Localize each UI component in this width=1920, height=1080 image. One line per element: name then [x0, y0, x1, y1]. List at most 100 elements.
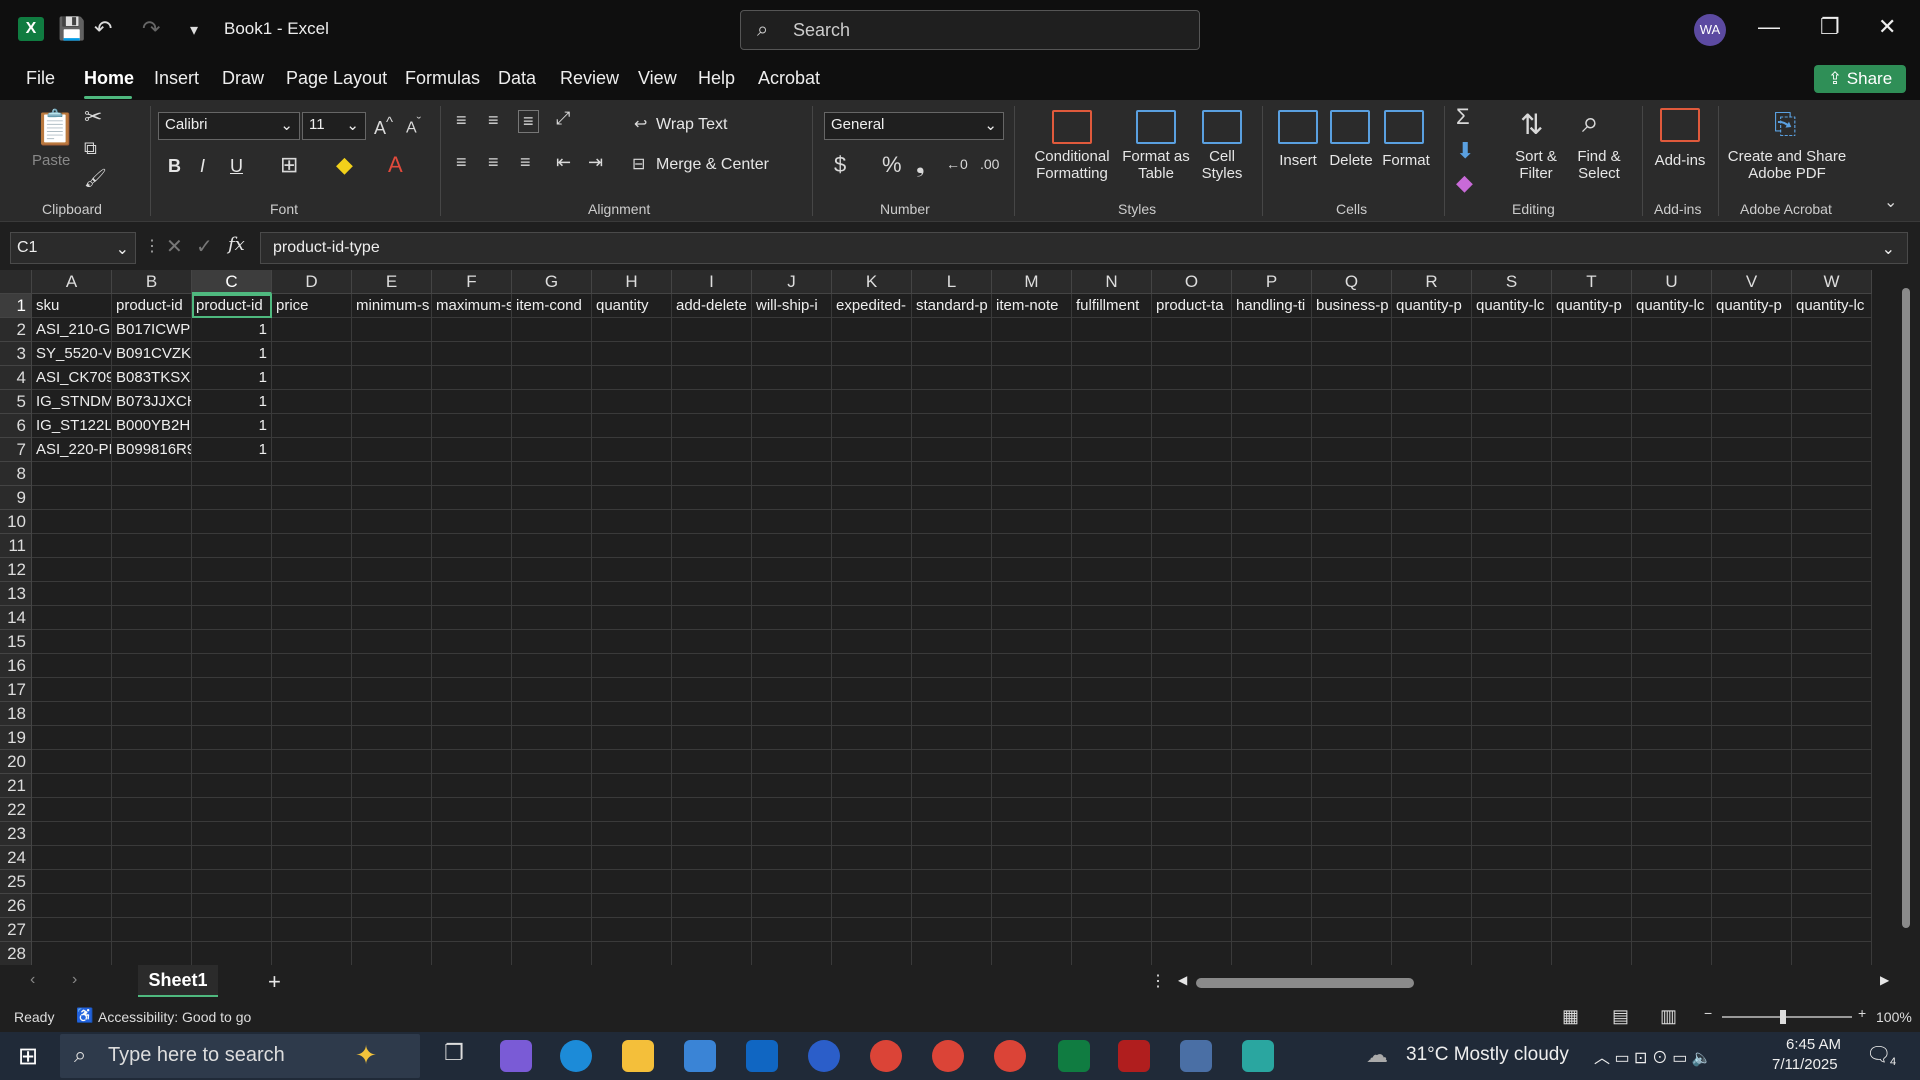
- table-cell[interactable]: [592, 342, 672, 366]
- table-cell[interactable]: [432, 942, 512, 965]
- table-cell[interactable]: [592, 702, 672, 726]
- table-cell[interactable]: [352, 510, 432, 534]
- table-cell[interactable]: [1072, 798, 1152, 822]
- table-cell[interactable]: [272, 678, 352, 702]
- table-cell[interactable]: [672, 414, 752, 438]
- table-cell[interactable]: [832, 918, 912, 942]
- table-cell[interactable]: [752, 750, 832, 774]
- table-cell[interactable]: [1312, 726, 1392, 750]
- table-cell[interactable]: [352, 582, 432, 606]
- notifications-icon[interactable]: 🗨: [1866, 1042, 1891, 1067]
- table-cell[interactable]: [752, 390, 832, 414]
- table-cell[interactable]: [912, 870, 992, 894]
- table-cell[interactable]: [432, 390, 512, 414]
- table-cell[interactable]: [912, 462, 992, 486]
- table-cell[interactable]: [192, 942, 272, 965]
- table-cell[interactable]: [912, 678, 992, 702]
- table-cell[interactable]: [1232, 510, 1312, 534]
- table-cell[interactable]: [1152, 798, 1232, 822]
- align-left-icon[interactable]: ≡: [456, 152, 467, 173]
- table-cell[interactable]: [752, 702, 832, 726]
- table-cell[interactable]: [992, 774, 1072, 798]
- row-header[interactable]: 22: [0, 798, 32, 822]
- table-cell[interactable]: [192, 654, 272, 678]
- table-cell[interactable]: [1632, 318, 1712, 342]
- table-cell[interactable]: [592, 414, 672, 438]
- column-header[interactable]: B: [112, 270, 192, 294]
- orientation-icon[interactable]: ⤢: [556, 108, 570, 129]
- table-cell[interactable]: [912, 390, 992, 414]
- table-cell[interactable]: [192, 582, 272, 606]
- table-cell[interactable]: [752, 486, 832, 510]
- table-cell[interactable]: [1392, 342, 1472, 366]
- table-cell[interactable]: [1632, 510, 1712, 534]
- table-cell[interactable]: [1152, 486, 1232, 510]
- table-cell[interactable]: [1792, 390, 1872, 414]
- row-header[interactable]: 1: [0, 294, 32, 318]
- conditional-formatting-button[interactable]: Conditional Formatting: [1024, 148, 1120, 182]
- align-top-icon[interactable]: ≡: [456, 110, 467, 131]
- table-cell[interactable]: [112, 654, 192, 678]
- table-cell[interactable]: [592, 654, 672, 678]
- table-cell[interactable]: [1232, 942, 1312, 965]
- tab-view[interactable]: View: [638, 68, 677, 89]
- spreadsheet-grid[interactable]: A B C D E F G H I J K L M N O P Q R S T U V W 1 sku product-id pro…: [0, 270, 1920, 965]
- table-cell[interactable]: [992, 870, 1072, 894]
- table-cell[interactable]: [992, 654, 1072, 678]
- table-cell[interactable]: [272, 582, 352, 606]
- table-cell[interactable]: [1232, 630, 1312, 654]
- table-cell[interactable]: [192, 462, 272, 486]
- table-cell[interactable]: [1552, 870, 1632, 894]
- page-layout-view-icon[interactable]: ▤: [1612, 1006, 1629, 1027]
- table-cell[interactable]: [832, 510, 912, 534]
- table-cell[interactable]: [752, 678, 832, 702]
- table-cell[interactable]: [1152, 654, 1232, 678]
- table-cell[interactable]: [992, 486, 1072, 510]
- table-cell[interactable]: [512, 750, 592, 774]
- table-cell[interactable]: [1552, 414, 1632, 438]
- table-cell[interactable]: [992, 390, 1072, 414]
- table-cell[interactable]: [1472, 678, 1552, 702]
- table-cell[interactable]: [992, 462, 1072, 486]
- table-cell[interactable]: [672, 318, 752, 342]
- table-cell[interactable]: [1472, 486, 1552, 510]
- system-tray-icons[interactable]: ︿ ▭ ⊡ ⊙ ▭ 🔈: [1594, 1044, 1712, 1068]
- table-cell[interactable]: [192, 798, 272, 822]
- table-cell[interactable]: [1232, 438, 1312, 462]
- confirm-entry-icon[interactable]: ✓: [196, 234, 213, 259]
- table-cell[interactable]: [672, 630, 752, 654]
- table-cell[interactable]: [272, 918, 352, 942]
- table-cell[interactable]: [112, 558, 192, 582]
- cancel-entry-icon[interactable]: ✕: [166, 234, 183, 259]
- table-cell[interactable]: [1312, 678, 1392, 702]
- table-cell[interactable]: [432, 870, 512, 894]
- copilot-icon[interactable]: [500, 1040, 532, 1072]
- table-cell[interactable]: [1792, 510, 1872, 534]
- table-cell[interactable]: [672, 798, 752, 822]
- table-cell[interactable]: B099816R9C: [112, 438, 192, 462]
- table-cell[interactable]: [1152, 678, 1232, 702]
- table-cell[interactable]: [352, 750, 432, 774]
- table-cell[interactable]: [1712, 678, 1792, 702]
- table-cell[interactable]: [1312, 798, 1392, 822]
- table-cell[interactable]: [1392, 774, 1472, 798]
- table-cell[interactable]: [272, 606, 352, 630]
- table-cell[interactable]: [192, 534, 272, 558]
- table-cell[interactable]: [272, 750, 352, 774]
- table-cell[interactable]: [1792, 942, 1872, 965]
- table-cell[interactable]: [1072, 606, 1152, 630]
- table-cell[interactable]: [992, 822, 1072, 846]
- table-cell[interactable]: [592, 774, 672, 798]
- table-cell[interactable]: [912, 486, 992, 510]
- table-cell[interactable]: [1392, 630, 1472, 654]
- table-cell[interactable]: [992, 846, 1072, 870]
- table-cell[interactable]: [752, 414, 832, 438]
- table-cell[interactable]: [1792, 870, 1872, 894]
- borders-icon[interactable]: ⊞: [280, 152, 298, 178]
- column-header[interactable]: K: [832, 270, 912, 294]
- weather-text[interactable]: 31°C Mostly cloudy: [1406, 1044, 1569, 1066]
- decrease-indent-icon[interactable]: ⇤: [556, 152, 571, 173]
- table-cell[interactable]: [1552, 486, 1632, 510]
- table-cell[interactable]: [1072, 702, 1152, 726]
- table-cell[interactable]: [1392, 654, 1472, 678]
